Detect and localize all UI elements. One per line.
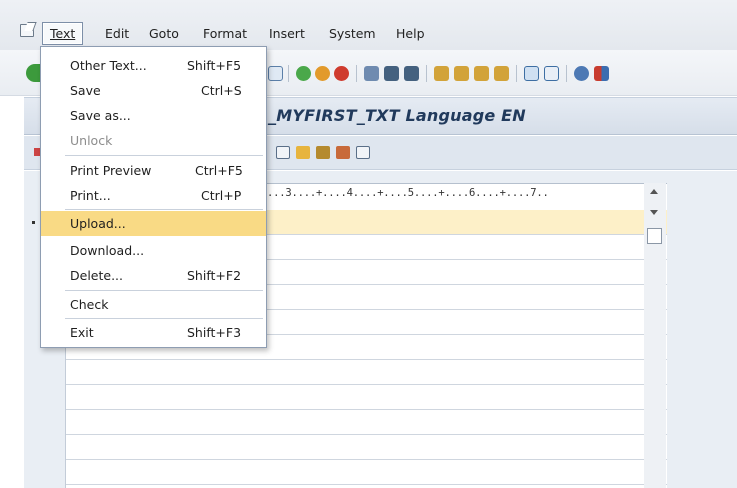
tree-icon[interactable] bbox=[296, 146, 310, 159]
scroll-up-icon[interactable] bbox=[650, 189, 658, 194]
menu-item-other-text[interactable]: Other Text... Shift+F5 bbox=[41, 53, 266, 78]
cancel-icon[interactable] bbox=[334, 66, 349, 81]
page-title: _MYFIRST_TXT Language EN bbox=[268, 106, 526, 125]
back-icon[interactable] bbox=[296, 66, 311, 81]
scroll-thumb[interactable] bbox=[647, 228, 662, 244]
menu-edit[interactable]: Edit bbox=[105, 26, 129, 41]
toolbar-separator bbox=[426, 65, 427, 82]
copy-icon[interactable] bbox=[276, 146, 290, 159]
previous-page-icon[interactable] bbox=[454, 66, 469, 81]
find-icon[interactable] bbox=[384, 66, 399, 81]
menu-text[interactable]: Text bbox=[42, 22, 84, 45]
menu-help[interactable]: Help bbox=[396, 26, 425, 41]
toolbar-separator bbox=[516, 65, 517, 82]
editor-line[interactable] bbox=[66, 435, 667, 460]
menu-goto[interactable]: Goto bbox=[149, 26, 179, 41]
menu-separator bbox=[65, 318, 263, 319]
menu-insert[interactable]: Insert bbox=[269, 26, 305, 41]
grid-icon[interactable] bbox=[316, 146, 330, 159]
menu-item-unlock: Unlock bbox=[70, 133, 113, 148]
next-page-icon[interactable] bbox=[474, 66, 489, 81]
menu-separator bbox=[65, 290, 263, 291]
system-menu-icon[interactable] bbox=[20, 24, 34, 37]
editor-line[interactable] bbox=[66, 360, 667, 385]
menu-separator bbox=[65, 155, 263, 156]
layout-icon[interactable] bbox=[594, 66, 609, 81]
line-marker bbox=[32, 221, 35, 224]
menu-item-save-as[interactable]: Save as... bbox=[41, 103, 266, 128]
first-page-icon[interactable] bbox=[434, 66, 449, 81]
last-page-icon[interactable] bbox=[494, 66, 509, 81]
text-menu-dropdown: Other Text... Shift+F5 Save Ctrl+S Save … bbox=[40, 46, 267, 348]
column-ruler: ...3....+....4....+....5....+....6....+.… bbox=[267, 187, 549, 199]
editor-line[interactable] bbox=[66, 385, 667, 410]
menu-separator bbox=[65, 209, 263, 210]
vertical-scrollbar[interactable] bbox=[644, 183, 666, 488]
shortcut-icon[interactable] bbox=[544, 66, 559, 81]
menu-item-save[interactable]: Save Ctrl+S bbox=[41, 78, 266, 103]
menu-item-check[interactable]: Check bbox=[41, 292, 266, 317]
help-icon[interactable] bbox=[574, 66, 589, 81]
toolbar-separator bbox=[288, 65, 289, 82]
save-icon[interactable] bbox=[268, 66, 283, 81]
menu-item-delete[interactable]: Delete... Shift+F2 bbox=[41, 263, 266, 288]
document-icon[interactable] bbox=[356, 146, 370, 159]
new-session-icon[interactable] bbox=[524, 66, 539, 81]
menu-format[interactable]: Format bbox=[203, 26, 247, 41]
menu-bar: Text Edit Goto Format Insert System Help bbox=[0, 0, 737, 50]
transfer-icon[interactable] bbox=[336, 146, 350, 159]
toolbar-separator bbox=[356, 65, 357, 82]
menu-system[interactable]: System bbox=[329, 26, 376, 41]
toolbar-separator bbox=[566, 65, 567, 82]
scroll-down-icon[interactable] bbox=[650, 210, 658, 215]
editor-line[interactable] bbox=[66, 460, 667, 485]
menu-item-print[interactable]: Print... Ctrl+P bbox=[41, 183, 266, 208]
menu-item-download[interactable]: Download... bbox=[41, 238, 266, 263]
menu-item-print-preview[interactable]: Print Preview Ctrl+F5 bbox=[41, 158, 266, 183]
menu-item-exit[interactable]: Exit Shift+F3 bbox=[41, 320, 266, 345]
editor-line[interactable] bbox=[66, 410, 667, 435]
find-next-icon[interactable] bbox=[404, 66, 419, 81]
menu-item-upload[interactable]: Upload... bbox=[41, 211, 266, 236]
print-icon[interactable] bbox=[364, 66, 379, 81]
enter-icon[interactable] bbox=[26, 64, 40, 82]
exit-icon[interactable] bbox=[315, 66, 330, 81]
